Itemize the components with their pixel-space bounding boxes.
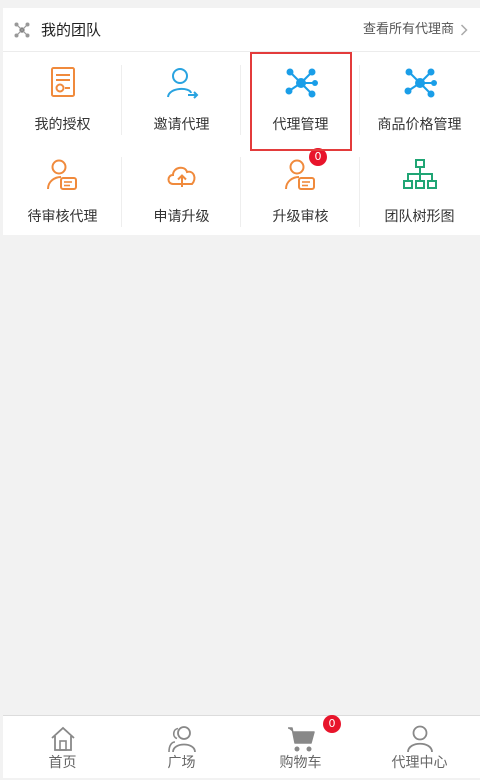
user-card-icon bbox=[46, 159, 77, 190]
network-icon bbox=[285, 68, 318, 98]
function-grid: 我的授权 邀请代理 代理管理 商品价格管理 待审核代理 申请升级 0 升级审核 … bbox=[3, 53, 480, 235]
grid-item-label: 团队树形图 bbox=[384, 209, 455, 225]
org-chart-icon bbox=[402, 159, 437, 189]
cart-count-badge: 0 bbox=[323, 715, 341, 733]
tab-agent-center[interactable]: 代理中心 bbox=[360, 716, 479, 779]
grid-item-invite-agent[interactable]: 邀请代理 bbox=[122, 53, 241, 143]
chevron-right-icon bbox=[460, 24, 468, 36]
tab-square[interactable]: 广场 bbox=[122, 716, 241, 779]
invite-user-icon bbox=[166, 68, 198, 99]
tab-cart[interactable]: 0 购物车 bbox=[241, 715, 360, 779]
team-header: 我的团队 查看所有代理商 bbox=[3, 8, 480, 52]
tab-label: 首页 bbox=[48, 755, 77, 771]
team-icon bbox=[14, 22, 30, 38]
grid-item-product-price-management[interactable]: 商品价格管理 bbox=[360, 53, 479, 143]
cart-icon bbox=[287, 727, 315, 752]
grid-item-team-tree[interactable]: 团队树形图 bbox=[360, 145, 479, 235]
tab-label: 代理中心 bbox=[391, 755, 448, 771]
network-icon bbox=[404, 68, 437, 98]
page-edge bbox=[480, 0, 488, 780]
grid-item-label: 升级审核 bbox=[272, 209, 329, 225]
tab-label: 广场 bbox=[167, 755, 196, 771]
grid-item-apply-upgrade[interactable]: 申请升级 bbox=[122, 145, 241, 235]
grid-item-label: 邀请代理 bbox=[153, 117, 210, 133]
grid-item-label: 代理管理 bbox=[272, 117, 329, 133]
view-all-agents-link[interactable]: 查看所有代理商 bbox=[363, 18, 468, 42]
tab-home[interactable]: 首页 bbox=[3, 716, 122, 779]
home-icon bbox=[50, 726, 75, 751]
bottom-tab-bar: 首页 广场 0 购物车 代理中心 bbox=[3, 715, 480, 778]
section-title: 我的团队 bbox=[41, 21, 102, 39]
tab-label: 购物车 bbox=[279, 755, 322, 771]
grid-item-pending-agents[interactable]: 待审核代理 bbox=[3, 145, 122, 235]
grid-item-my-authorization[interactable]: 我的授权 bbox=[3, 53, 122, 143]
team-panel: 我的团队 查看所有代理商 我的授权 邀请代理 代理管理 商品价格管理 待审核代理… bbox=[3, 8, 480, 235]
notification-badge: 0 bbox=[309, 148, 327, 166]
page-frame: 我的团队 查看所有代理商 我的授权 邀请代理 代理管理 商品价格管理 待审核代理… bbox=[3, 8, 480, 778]
grid-item-label: 待审核代理 bbox=[27, 209, 98, 225]
grid-item-label: 我的授权 bbox=[34, 117, 91, 133]
grid-item-upgrade-review[interactable]: 0 升级审核 bbox=[241, 145, 360, 235]
certificate-icon bbox=[50, 67, 75, 97]
users-icon bbox=[167, 726, 196, 753]
cloud-upload-icon bbox=[167, 166, 195, 187]
grid-item-label: 商品价格管理 bbox=[377, 117, 462, 133]
view-all-label: 查看所有代理商 bbox=[362, 22, 454, 37]
grid-item-agent-management[interactable]: 代理管理 bbox=[241, 53, 360, 143]
user-icon bbox=[406, 725, 433, 753]
grid-item-label: 申请升级 bbox=[153, 209, 210, 225]
